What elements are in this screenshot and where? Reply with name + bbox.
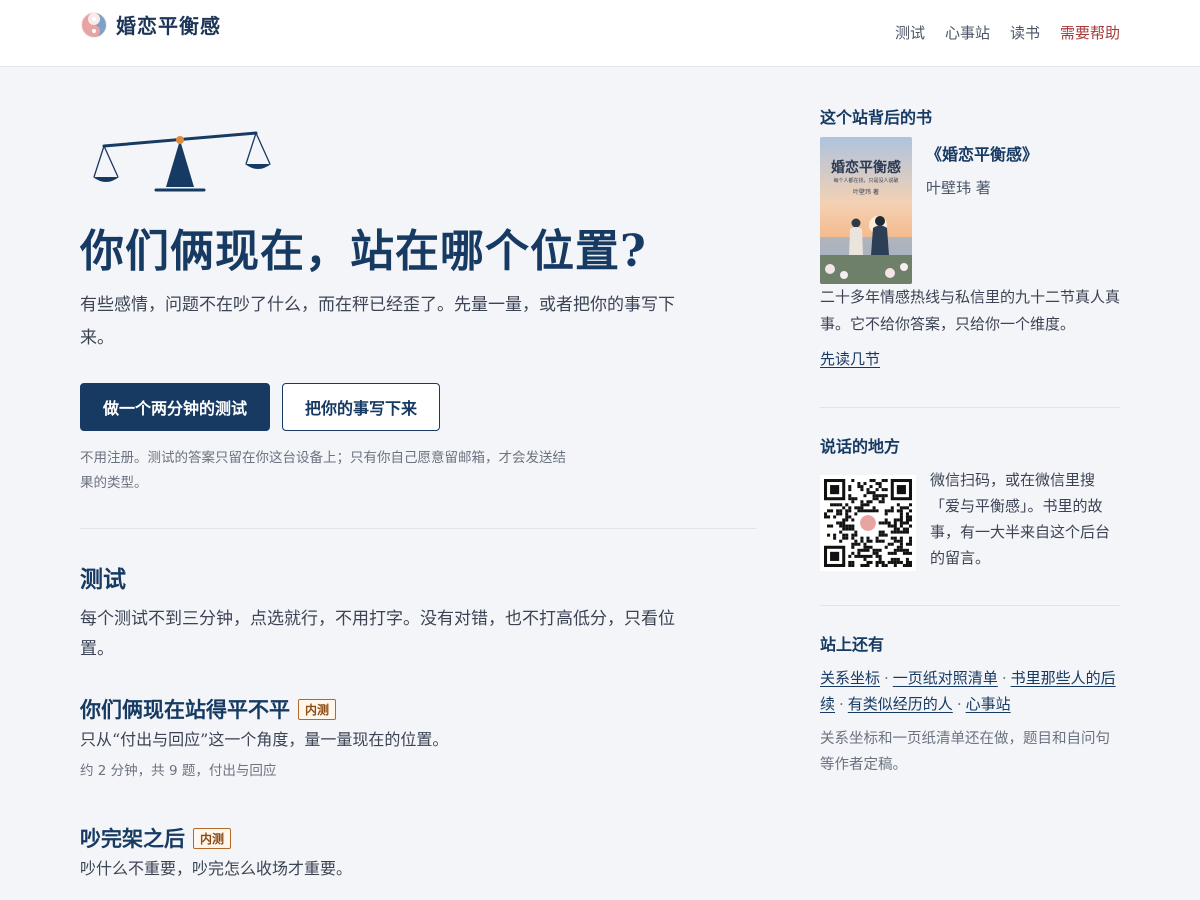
talk-heading: 说话的地方 bbox=[820, 437, 901, 456]
link-one-page-checklist[interactable]: 一页纸对照清单 bbox=[893, 669, 998, 687]
top-bar: 婚恋平衡感 测试 心事站 读书 需要帮助 bbox=[0, 0, 1200, 67]
balance-scale-icon bbox=[93, 131, 271, 192]
brand[interactable]: 婚恋平衡感 bbox=[80, 10, 221, 39]
link-similar-experiences[interactable]: 有类似经历的人 bbox=[848, 695, 953, 713]
book-cover-author: 叶壁玮 著 bbox=[853, 189, 879, 196]
brand-name: 婚恋平衡感 bbox=[116, 14, 221, 38]
nav-station[interactable]: 心事站 bbox=[945, 22, 990, 43]
test-description: 只从“付出与回应”这一个角度，量一量现在的位置。 bbox=[80, 730, 449, 749]
separator: · bbox=[1001, 669, 1007, 687]
separator: · bbox=[884, 669, 889, 687]
nav-test[interactable]: 测试 bbox=[895, 22, 925, 43]
more-links: 关系坐标 · 一页纸对照清单 · 书里那些人的后续 · 有类似经历的人 · 心事站 bbox=[820, 665, 1120, 717]
wechat-qr-code[interactable] bbox=[820, 475, 916, 571]
more-note: 关系坐标和一页纸清单还在做，题目和自问句等作者定稿。 bbox=[820, 731, 1110, 773]
test-item-header: 吵完架之后 内测 bbox=[80, 823, 756, 853]
sidebar-divider bbox=[820, 407, 1120, 408]
book-heading: 这个站背后的书 bbox=[820, 108, 933, 127]
hero-description: 有些感情，问题不在吵了什么，而在秤已经歪了。先量一量，或者把你的事写下来。 bbox=[80, 295, 675, 348]
beta-badge: 内测 bbox=[193, 827, 232, 849]
tests-section-description: 每个测试不到三分钟，点选就行，不用打字。没有对错，也不打高低分，只看位置。 bbox=[80, 609, 675, 659]
more-heading: 站上还有 bbox=[820, 635, 885, 654]
hero-title: 你们俩现在，站在哪个位置? bbox=[80, 226, 647, 277]
start-test-button[interactable]: 做一个两分钟的测试 bbox=[80, 383, 270, 431]
sidebar-divider bbox=[820, 605, 1120, 606]
brand-logo-icon bbox=[81, 11, 107, 38]
test-title[interactable]: 你们俩现在站得平不平 bbox=[80, 694, 290, 724]
book-cover-image[interactable]: 婚恋平衡感 每个人都在找，只是没人说破 叶壁玮 著 bbox=[820, 137, 912, 284]
write-story-button[interactable]: 把你的事写下来 bbox=[282, 383, 440, 431]
main-nav: 测试 心事站 读书 需要帮助 bbox=[875, 22, 1120, 43]
link-relation-coordinates[interactable]: 关系坐标 bbox=[820, 669, 880, 687]
separator: · bbox=[839, 695, 844, 713]
separator: · bbox=[956, 695, 962, 713]
test-item-balance[interactable]: 你们俩现在站得平不平 内测 只从“付出与回应”这一个角度，量一量现在的位置。 约… bbox=[80, 694, 756, 779]
book-author: 叶壁玮 著 bbox=[926, 179, 991, 197]
privacy-note: 不用注册。测试的答案只留在你这台设备上；只有你自己愿意留邮箱，才会发送结果的类型… bbox=[80, 450, 566, 491]
book-description: 二十多年情感热线与私信里的九十二节真人真事。它不给你答案，只给你一个维度。 bbox=[820, 288, 1121, 333]
read-sample-link[interactable]: 先读几节 bbox=[820, 348, 880, 369]
test-item-after-quarrel[interactable]: 吵完架之后 内测 吵什么不重要，吵完怎么收场才重要。 bbox=[80, 823, 756, 881]
section-divider bbox=[80, 528, 756, 529]
book-cover-title: 婚恋平衡感 bbox=[831, 160, 901, 176]
test-title[interactable]: 吵完架之后 bbox=[80, 823, 185, 853]
test-item-header: 你们俩现在站得平不平 内测 bbox=[80, 694, 756, 724]
test-description: 吵什么不重要，吵完怎么收场才重要。 bbox=[80, 859, 353, 878]
tests-section-title: 测试 bbox=[80, 566, 126, 593]
wechat-description: 微信扫码，或在微信里搜「爱与平衡感」。书里的故事，有一大半来自这个后台的留言。 bbox=[930, 471, 1111, 567]
book-name: 《婚恋平衡感》 bbox=[926, 145, 1039, 164]
book-cover-subtitle: 每个人都在找，只是没人说破 bbox=[833, 178, 899, 184]
beta-badge: 内测 bbox=[298, 698, 337, 720]
link-heart-station[interactable]: 心事站 bbox=[966, 695, 1011, 713]
test-meta: 约 2 分钟，共 9 题，付出与回应 bbox=[80, 763, 277, 779]
qr-code-icon bbox=[824, 479, 912, 567]
nav-read[interactable]: 读书 bbox=[1010, 22, 1040, 43]
nav-help[interactable]: 需要帮助 bbox=[1060, 22, 1120, 43]
